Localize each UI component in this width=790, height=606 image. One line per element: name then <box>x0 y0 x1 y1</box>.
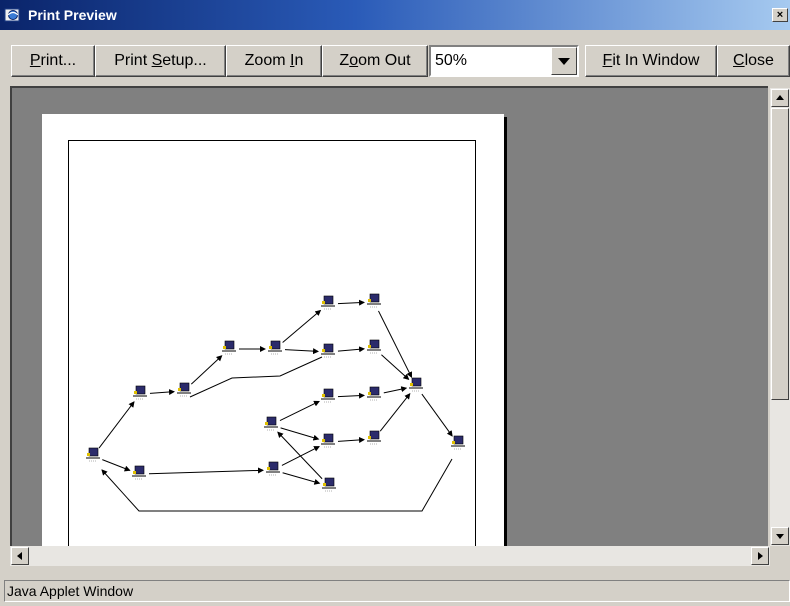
diagram-edge <box>337 392 366 399</box>
diagram-edge <box>149 389 176 396</box>
computer-node-icon <box>451 435 465 450</box>
window-close-button[interactable]: × <box>772 8 788 22</box>
diagram-edge <box>98 401 135 449</box>
computer-node-icon <box>321 433 335 448</box>
computer-node-icon <box>264 416 278 431</box>
diagram-edge <box>421 393 453 437</box>
title-bar: Print Preview × <box>0 0 790 30</box>
diagram-edge <box>383 386 408 394</box>
fit-label-mnemonic: F <box>602 52 613 69</box>
computer-node-icon <box>321 388 335 403</box>
app-icon <box>4 8 20 22</box>
computer-node-icon <box>367 293 381 308</box>
computer-node-icon <box>321 295 335 310</box>
diagram-edge <box>279 400 320 422</box>
computer-node-icon <box>409 377 423 392</box>
network-diagram <box>86 293 465 512</box>
scroll-down-button[interactable] <box>771 527 789 545</box>
status-bar: Java Applet Window <box>4 580 790 602</box>
close-button[interactable]: Close <box>717 45 790 77</box>
print-button[interactable]: Print... <box>11 45 95 77</box>
diagram-edge <box>280 427 320 441</box>
zoom-level-value: 50% <box>435 52 468 69</box>
diagram-edge <box>381 354 410 380</box>
computer-node-icon <box>367 430 381 445</box>
computer-node-icon <box>268 340 282 355</box>
scroll-left-button[interactable] <box>11 547 29 565</box>
diagram-edge <box>282 309 322 343</box>
zoom-out-button[interactable]: Zoom Out <box>322 45 428 77</box>
preview-area[interactable] <box>10 86 768 546</box>
diagram-edge <box>282 472 321 485</box>
diagram-bypass-edge <box>189 356 323 398</box>
print-label-post: rint... <box>40 52 77 69</box>
preview-page <box>42 114 504 546</box>
zoom-in-button[interactable]: Zoom In <box>226 45 322 77</box>
computer-node-icon <box>133 385 147 400</box>
close-label-mnemonic: C <box>733 52 745 69</box>
zoom-out-label-post: om Out <box>358 52 411 69</box>
computer-node-icon <box>132 465 146 480</box>
diagram-edge <box>337 299 366 306</box>
computer-node-icon <box>222 340 236 355</box>
zoom-level-dropdown[interactable]: 50% <box>429 45 579 77</box>
print-setup-label-mnemonic: S <box>151 52 163 69</box>
print-setup-button[interactable]: Print Setup... <box>95 45 226 77</box>
computer-node-icon <box>321 343 335 358</box>
horizontal-scrollbar[interactable] <box>10 546 770 566</box>
vertical-scrollbar[interactable] <box>770 88 790 546</box>
diagram-edge <box>284 348 320 355</box>
diagram-edge <box>277 431 323 480</box>
zoom-in-label-pre: Zoom <box>244 52 290 69</box>
print-setup-label-post: etup... <box>162 52 207 69</box>
diagram-edge <box>148 467 265 475</box>
diagram-edge <box>190 355 223 385</box>
zoom-out-label-pre: Z <box>339 52 350 69</box>
computer-node-icon <box>322 477 336 492</box>
toolbar: Print... Print Setup... Zoom In Zoom Out… <box>0 36 790 84</box>
zoom-out-label-mnemonic: o <box>349 52 359 69</box>
scrollbar-corner <box>770 546 790 566</box>
computer-node-icon <box>177 382 191 397</box>
diagram-edge <box>337 346 366 353</box>
status-text: Java Applet Window <box>7 583 134 599</box>
scroll-right-button[interactable] <box>751 547 769 565</box>
scroll-up-button[interactable] <box>771 89 789 107</box>
fit-label-post: it In Window <box>612 52 700 69</box>
computer-node-icon <box>367 386 381 401</box>
diagram-edge <box>102 459 131 472</box>
computer-node-icon <box>266 461 280 476</box>
print-label-mnemonic: P <box>29 52 41 69</box>
dropdown-arrow-icon[interactable] <box>551 47 577 75</box>
print-setup-label-pre: Print <box>114 52 152 69</box>
diagram-edge <box>379 393 411 432</box>
diagram-edge <box>337 436 366 443</box>
close-label-post: lose <box>744 52 774 69</box>
window-title: Print Preview <box>28 7 117 23</box>
vertical-scroll-thumb[interactable] <box>771 108 789 400</box>
computer-node-icon <box>86 447 100 462</box>
computer-node-icon <box>367 339 381 354</box>
zoom-in-label-post: n <box>294 52 304 69</box>
fit-in-window-button[interactable]: Fit In Window <box>585 45 717 77</box>
